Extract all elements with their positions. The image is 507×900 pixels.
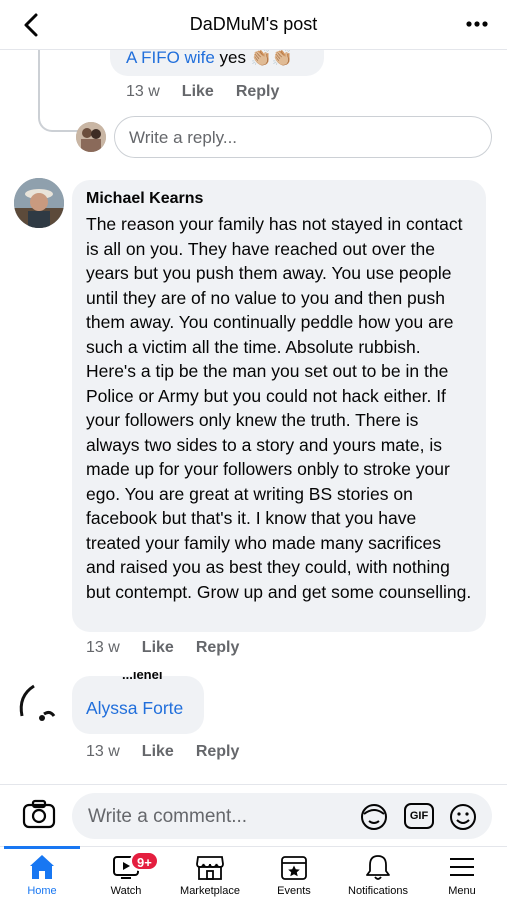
reply-timestamp: 13 w [126, 83, 160, 100]
emoji-icon[interactable] [448, 802, 478, 832]
comment-like-button[interactable]: Like [142, 639, 174, 657]
comment-text: The reason your family has not stayed in… [86, 214, 472, 602]
gif-button[interactable]: GIF [404, 803, 434, 829]
comment-timestamp: 13 w [86, 639, 120, 656]
comments-list: A FIFO wife yes 👏🏼👏🏼 13 w Like Reply Wri… [0, 50, 507, 784]
watch-badge: 9+ [130, 851, 159, 871]
tab-watch-label: Watch [110, 885, 142, 897]
write-comment-input[interactable]: Write a comment... GIF [72, 793, 492, 839]
comment-reply-button[interactable]: Reply [196, 639, 240, 657]
reply-bubble: A FIFO wife yes 👏🏼👏🏼 [110, 50, 324, 76]
comment-composer: Write a comment... GIF [0, 784, 507, 846]
bell-icon [366, 855, 390, 880]
thread-connector-line [38, 50, 78, 132]
tab-home-label: Home [27, 885, 57, 897]
tab-marketplace[interactable]: Marketplace [168, 847, 252, 900]
bottom-tab-bar: Home 9+ Watch Marketplace Events Notific… [0, 846, 507, 900]
clap-emoji: 👏🏼👏🏼 [250, 50, 294, 67]
tab-marketplace-label: Marketplace [180, 885, 240, 897]
comment2-bubble: ...ienel Alyssa Forte [72, 672, 204, 734]
user-photo-icon [76, 122, 106, 152]
tab-events-label: Events [277, 885, 311, 897]
tab-notifications-label: Notifications [348, 885, 408, 897]
comment-author[interactable]: Michael Kearns [86, 190, 472, 208]
gif-label: GIF [409, 810, 429, 822]
tab-notifications[interactable]: Notifications [336, 847, 420, 900]
tab-events[interactable]: Events [252, 847, 336, 900]
reply-text: yes [219, 50, 246, 67]
commenter-photo-icon [14, 178, 64, 228]
calendar-star-icon [281, 856, 307, 880]
comment2-timestamp: 13 w [86, 743, 120, 760]
comment2-meta: 13 w Like Reply [86, 743, 239, 761]
hamburger-icon [450, 858, 474, 876]
avatar-sticker-icon[interactable] [359, 802, 389, 832]
page-title: DaDMuM's post [189, 14, 318, 34]
reply-input-placeholder: Write a reply... [129, 128, 238, 147]
comment2-reply-button[interactable]: Reply [196, 743, 240, 761]
tab-watch[interactable]: 9+ Watch [84, 847, 168, 900]
tab-menu[interactable]: Menu [420, 847, 504, 900]
current-user-avatar [76, 122, 106, 152]
active-tab-indicator [4, 846, 80, 849]
commenter2-avatar[interactable] [14, 676, 64, 726]
reply-author-tag[interactable]: A FIFO wife [126, 50, 215, 67]
home-icon [30, 855, 54, 879]
comment2-author-partial: ...ienel [122, 672, 163, 682]
comment2-like-button[interactable]: Like [142, 743, 174, 761]
comment-meta: 13 w Like Reply [86, 639, 239, 657]
post-header: DaDMuM's post [0, 0, 507, 50]
write-reply-input[interactable]: Write a reply... [114, 116, 492, 158]
reply-like-button[interactable]: Like [182, 83, 214, 101]
comment2-tag[interactable]: Alyssa Forte [86, 698, 183, 719]
comment-input-placeholder: Write a comment... [88, 806, 248, 827]
comment-bubble: Michael Kearns The reason your family ha… [72, 180, 486, 632]
reply-reply-button[interactable]: Reply [236, 83, 280, 101]
tab-home[interactable]: Home [0, 846, 84, 900]
reply-meta: 13 w Like Reply [126, 83, 279, 101]
camera-icon[interactable] [22, 799, 56, 831]
store-icon [196, 856, 224, 880]
tab-menu-label: Menu [448, 885, 476, 897]
commenter-avatar[interactable] [14, 178, 64, 228]
more-options-icon[interactable] [463, 12, 491, 36]
commenter2-photo-icon [19, 684, 56, 721]
